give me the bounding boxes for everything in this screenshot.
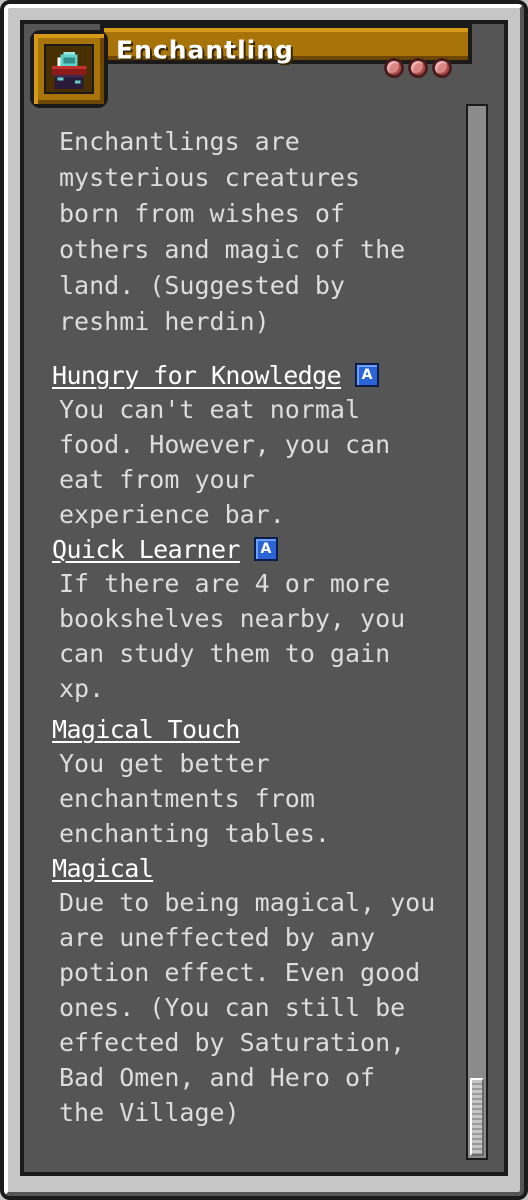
active-power-badge-icon: A	[355, 363, 380, 387]
power-name: Hungry for Knowledge	[52, 360, 342, 390]
impact-dot	[408, 58, 428, 78]
power-description: You get better enchantments from enchant…	[59, 749, 330, 848]
power-name: Magical	[52, 853, 154, 883]
impact-dot	[432, 58, 452, 78]
power-description: If there are 4 or more bookshelves nearb…	[59, 569, 406, 703]
impact-indicator	[384, 58, 452, 78]
enchanting-table-icon	[51, 51, 87, 90]
origin-name: Enchantling	[116, 35, 294, 65]
power-name: Magical Touch	[52, 714, 240, 744]
scrollbar-track[interactable]	[466, 104, 488, 1160]
active-power-badge-icon: A	[253, 537, 278, 561]
power-entry: Quick Learner A If there are 4 or more b…	[52, 532, 452, 706]
origin-details: Enchantlings are mysterious creatures bo…	[52, 124, 452, 1130]
power-description: You can't eat normal food. However, you …	[59, 395, 391, 529]
power-entry: Magical Due to being magical, you are un…	[52, 851, 452, 1130]
power-entry: Hungry for Knowledge A You can't eat nor…	[52, 358, 452, 532]
origin-icon-slot	[44, 44, 94, 94]
power-description: Due to being magical, you are uneffected…	[59, 888, 436, 1127]
power-entry: Magical Touch You get better enchantment…	[52, 712, 452, 851]
scrollbar-thumb[interactable]	[470, 1078, 484, 1156]
power-name: Quick Learner	[52, 534, 240, 564]
impact-dot	[384, 58, 404, 78]
origin-description: Enchantlings are mysterious creatures bo…	[59, 127, 406, 336]
